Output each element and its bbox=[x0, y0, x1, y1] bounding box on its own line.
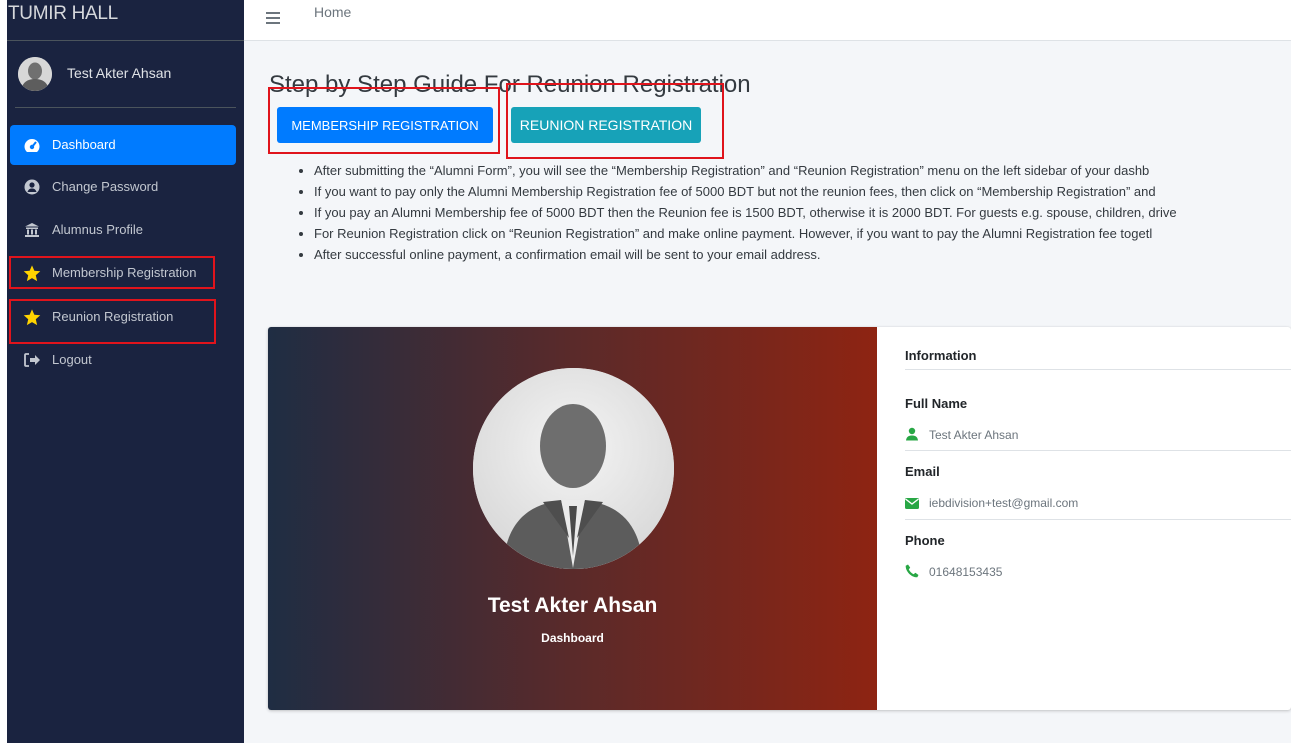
profile-info-panel: Information Full Name Test Akter Ahsan E… bbox=[877, 327, 1291, 710]
profile-avatar bbox=[473, 368, 674, 569]
guide-item: After submitting the “Alumni Form”, you … bbox=[314, 160, 1289, 181]
full-name-value: Test Akter Ahsan bbox=[929, 428, 1019, 442]
guide-list: After submitting the “Alumni Form”, you … bbox=[299, 160, 1289, 265]
sidebar-item-label: Change Password bbox=[52, 179, 159, 194]
phone-icon bbox=[905, 564, 919, 578]
guide-item: For Reunion Registration click on “Reuni… bbox=[314, 223, 1289, 244]
guide-item: If you pay an Alumni Membership fee of 5… bbox=[314, 202, 1289, 223]
gauge-icon bbox=[23, 136, 41, 154]
highlight-box bbox=[506, 83, 724, 159]
guide-item: If you want to pay only the Alumni Membe… bbox=[314, 181, 1289, 202]
profile-subtitle[interactable]: Dashboard bbox=[268, 631, 877, 645]
person-silhouette-icon bbox=[473, 368, 674, 569]
avatar-silhouette-icon bbox=[18, 57, 52, 91]
sidebar-item-label: Alumnus Profile bbox=[52, 222, 144, 237]
brand-link[interactable]: ITUMIR HALL bbox=[7, 0, 244, 41]
divider bbox=[905, 519, 1291, 520]
guide-item: After successful online payment, a confi… bbox=[314, 244, 1289, 265]
user-icon bbox=[905, 427, 919, 441]
info-heading: Information bbox=[905, 348, 977, 363]
top-navbar: Home bbox=[244, 0, 1291, 41]
home-link[interactable]: Home bbox=[314, 4, 351, 20]
divider bbox=[905, 369, 1291, 370]
user-circle-icon bbox=[23, 178, 41, 196]
avatar bbox=[18, 57, 52, 91]
main-content: Step by Step Guide For Reunion Registrat… bbox=[244, 41, 1291, 743]
building-icon bbox=[23, 221, 41, 239]
email-value: iebdivision+test@gmail.com bbox=[929, 496, 1079, 510]
sidebar: ITUMIR HALL Test Akter Ahsan Dashboard C… bbox=[7, 0, 244, 743]
sidebar-item-label: Logout bbox=[52, 352, 92, 367]
sidebar-item-dashboard[interactable]: Dashboard bbox=[10, 125, 236, 165]
sidebar-item-change-password[interactable]: Change Password bbox=[10, 167, 236, 207]
sidebar-item-alumnus-profile[interactable]: Alumnus Profile bbox=[10, 210, 236, 250]
menu-toggle-icon[interactable] bbox=[266, 12, 280, 24]
sign-out-icon bbox=[23, 351, 41, 369]
full-name-label: Full Name bbox=[905, 396, 968, 411]
envelope-icon bbox=[905, 496, 919, 510]
user-panel[interactable]: Test Akter Ahsan bbox=[15, 54, 236, 108]
brand-text: ITUMIR HALL bbox=[7, 3, 118, 24]
user-name[interactable]: Test Akter Ahsan bbox=[67, 65, 171, 81]
highlight-box bbox=[268, 87, 500, 154]
profile-name: Test Akter Ahsan bbox=[487, 594, 658, 617]
sidebar-item-label: Dashboard bbox=[52, 137, 116, 152]
sidebar-item-logout[interactable]: Logout bbox=[10, 340, 236, 380]
highlight-box bbox=[9, 256, 215, 289]
phone-label: Phone bbox=[905, 533, 945, 548]
email-label: Email bbox=[905, 464, 940, 479]
profile-banner: Test Akter Ahsan Dashboard bbox=[268, 327, 877, 710]
phone-value: 01648153435 bbox=[929, 565, 1003, 579]
app-window: ITUMIR HALL Test Akter Ahsan Dashboard C… bbox=[0, 0, 1291, 743]
divider bbox=[905, 450, 1291, 451]
profile-card: Test Akter Ahsan Dashboard Information F… bbox=[268, 327, 1291, 710]
highlight-box bbox=[9, 299, 216, 344]
